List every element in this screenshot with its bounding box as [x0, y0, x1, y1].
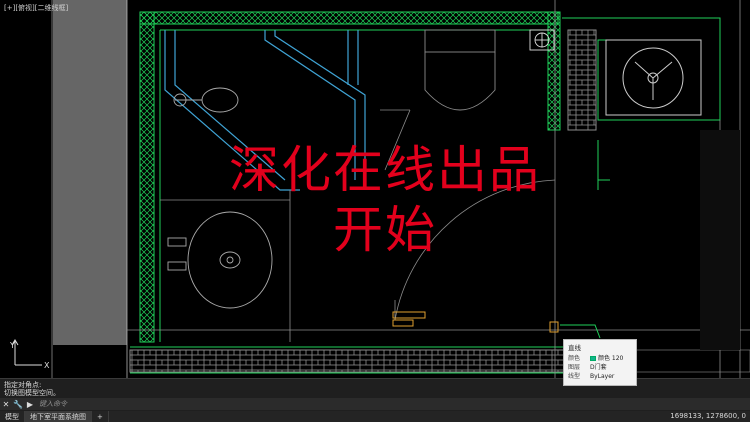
object-tooltip: 直线 颜色 颜色 120 图层 D门套 线型 ByLayer — [563, 339, 637, 386]
drawing-viewport[interactable]: [+][俯视][二维线框] Y X 深化在线出品 开始 — [0, 0, 750, 378]
svg-text:X: X — [44, 361, 50, 370]
washbasin-fixture — [167, 211, 273, 309]
tab-layout-active[interactable]: 地下室平面系统图 — [25, 411, 92, 422]
viewport-controls-label[interactable]: [+][俯视][二维线框] — [4, 3, 68, 13]
tooltip-key: 图层 — [568, 364, 581, 371]
toilet-fixture — [424, 29, 496, 111]
tooltip-value: 颜色 120 — [598, 355, 624, 362]
left-black-panel — [0, 0, 52, 378]
command-prompt-icon[interactable]: ▶ — [24, 398, 36, 410]
command-input[interactable]: 键入命令 — [39, 399, 67, 409]
svg-text:Y: Y — [9, 341, 15, 350]
command-line-panel: 指定对角点: 切换图模型空间。 ✕ 🔧 ▶ 键入命令 — [0, 378, 750, 411]
tooltip-row-linetype: 线型 ByLayer — [568, 372, 632, 381]
command-input-row: ✕ 🔧 ▶ 键入命令 — [0, 398, 750, 410]
door-frame — [392, 311, 559, 333]
tooltip-title: 直线 — [568, 344, 581, 352]
tooltip-key: 颜色 — [568, 355, 581, 362]
shower-fixture — [173, 87, 239, 113]
tooltip-row-layer: 图层 D门套 — [568, 363, 632, 372]
grey-panel — [53, 0, 127, 345]
coordinate-readout: 1698133, 1278600, 0 — [670, 412, 746, 420]
add-layout-button[interactable]: + — [92, 411, 109, 422]
right-fixture — [605, 39, 702, 116]
wrench-icon[interactable]: 🔧 — [12, 398, 24, 410]
tab-model[interactable]: 模型 — [0, 411, 25, 422]
command-history: 指定对角点: 切换图模型空间。 — [4, 381, 60, 397]
tooltip-row-color: 颜色 颜色 120 — [568, 354, 632, 363]
cad-drawing: Y X — [0, 0, 750, 378]
command-history-line: 指定对角点: — [4, 381, 42, 389]
tooltip-value: D门套 — [590, 364, 607, 371]
color-swatch-icon — [590, 356, 596, 361]
command-history-line: 切换图模型空间。 — [4, 389, 60, 397]
tooltip-key: 线型 — [568, 373, 581, 380]
status-bar: 模型 地下室平面系统图 + 1698133, 1278600, 0 — [0, 411, 750, 422]
tooltip-value: ByLayer — [590, 373, 615, 380]
close-icon[interactable]: ✕ — [0, 398, 12, 410]
